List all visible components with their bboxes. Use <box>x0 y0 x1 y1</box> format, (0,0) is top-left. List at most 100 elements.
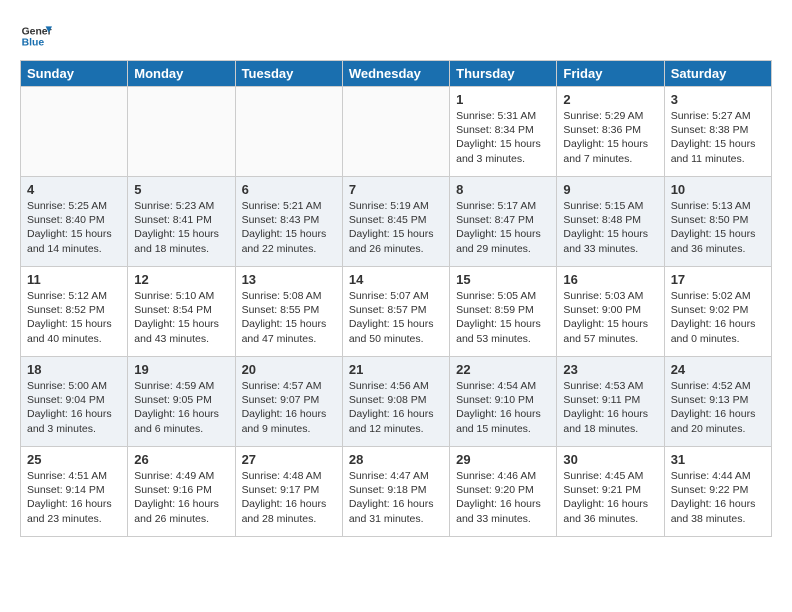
cell-content-line: Daylight: 16 hours <box>242 497 336 511</box>
cell-content-line: Sunset: 8:48 PM <box>563 213 657 227</box>
day-number: 12 <box>134 272 228 287</box>
day-number: 6 <box>242 182 336 197</box>
day-number: 30 <box>563 452 657 467</box>
cell-content-line: Sunrise: 5:13 AM <box>671 199 765 213</box>
cell-content-line: Daylight: 15 hours <box>671 137 765 151</box>
cell-content-line: Sunset: 9:11 PM <box>563 393 657 407</box>
day-number: 8 <box>456 182 550 197</box>
calendar-cell: 8Sunrise: 5:17 AMSunset: 8:47 PMDaylight… <box>450 177 557 267</box>
cell-content-line: Sunrise: 5:07 AM <box>349 289 443 303</box>
calendar-cell: 23 Sunrise: 4:53 AMSunset: 9:11 PMDayligh… <box>557 357 664 447</box>
day-number: 23 <box>563 362 657 377</box>
cell-content-line: Sunrise: 5:08 AM <box>242 289 336 303</box>
cell-content-line: Sunset: 8:59 PM <box>456 303 550 317</box>
cell-content-line: Sunrise: 4:48 AM <box>242 469 336 483</box>
week-row-4: 18Sunrise: 5:00 AMSunset: 9:04 PMDayligh… <box>21 357 772 447</box>
day-number: 10 <box>671 182 765 197</box>
cell-content-line: Sunrise: 5:29 AM <box>563 109 657 123</box>
calendar-cell: 31Sunrise: 4:44 AMSunset: 9:22 PMDayligh… <box>664 447 771 537</box>
cell-content-line: Sunset: 8:45 PM <box>349 213 443 227</box>
calendar-cell <box>21 87 128 177</box>
cell-content-line: Daylight: 16 hours <box>134 497 228 511</box>
calendar-cell: 30Sunrise: 4:45 AMSunset: 9:21 PMDayligh… <box>557 447 664 537</box>
cell-content-line: and 40 minutes. <box>27 332 121 346</box>
calendar-cell: 10 Sunrise: 5:13 AMSunset: 8:50 PMDayligh… <box>664 177 771 267</box>
cell-content-line: Sunrise: 4:45 AM <box>563 469 657 483</box>
day-number: 27 <box>242 452 336 467</box>
calendar-cell: 12Sunrise: 5:10 AMSunset: 8:54 PMDayligh… <box>128 267 235 357</box>
cell-content-line: Sunset: 9:02 PM <box>671 303 765 317</box>
day-number: 26 <box>134 452 228 467</box>
calendar-cell: 20Sunrise: 4:57 AMSunset: 9:07 PMDayligh… <box>235 357 342 447</box>
cell-content-line: Daylight: 15 hours <box>671 227 765 241</box>
cell-content-line: Sunset: 8:38 PM <box>671 123 765 137</box>
cell-content-line: Sunset: 9:10 PM <box>456 393 550 407</box>
cell-content-line: and 53 minutes. <box>456 332 550 346</box>
calendar-cell: 15Sunrise: 5:05 AMSunset: 8:59 PMDayligh… <box>450 267 557 357</box>
week-row-1: 1Sunrise: 5:31 AMSunset: 8:34 PMDaylight… <box>21 87 772 177</box>
cell-content-line: Sunset: 8:41 PM <box>134 213 228 227</box>
cell-content-line: Sunset: 8:57 PM <box>349 303 443 317</box>
cell-content-line: and 9 minutes. <box>242 422 336 436</box>
cell-content-line: Sunrise: 5:21 AM <box>242 199 336 213</box>
cell-content-line: and 43 minutes. <box>134 332 228 346</box>
cell-content-line: Sunrise: 4:59 AM <box>134 379 228 393</box>
cell-content-line: Sunrise: 4:51 AM <box>27 469 121 483</box>
cell-content-line: and 6 minutes. <box>134 422 228 436</box>
cell-content-line: Sunset: 8:55 PM <box>242 303 336 317</box>
calendar-cell: 21Sunrise: 4:56 AMSunset: 9:08 PMDayligh… <box>342 357 449 447</box>
cell-content-line: Sunrise: 4:46 AM <box>456 469 550 483</box>
cell-content-line: Sunset: 9:21 PM <box>563 483 657 497</box>
logo-icon: General Blue <box>20 20 52 52</box>
cell-content-line: Daylight: 16 hours <box>134 407 228 421</box>
cell-content-line: Sunrise: 4:53 AM <box>563 379 657 393</box>
calendar-cell <box>235 87 342 177</box>
cell-content-line: and 26 minutes. <box>134 512 228 526</box>
cell-content-line: Sunset: 8:54 PM <box>134 303 228 317</box>
cell-content-line: Sunrise: 5:17 AM <box>456 199 550 213</box>
calendar-cell: 13Sunrise: 5:08 AMSunset: 8:55 PMDayligh… <box>235 267 342 357</box>
day-header-thursday: Thursday <box>450 61 557 87</box>
day-number: 5 <box>134 182 228 197</box>
calendar-cell: 28Sunrise: 4:47 AMSunset: 9:18 PMDayligh… <box>342 447 449 537</box>
calendar-cell: 4Sunrise: 5:25 AMSunset: 8:40 PMDaylight… <box>21 177 128 267</box>
day-number: 17 <box>671 272 765 287</box>
day-header-row: SundayMondayTuesdayWednesdayThursdayFrid… <box>21 61 772 87</box>
cell-content-line: Sunset: 8:50 PM <box>671 213 765 227</box>
cell-content-line: Daylight: 16 hours <box>563 407 657 421</box>
calendar-cell: 2Sunrise: 5:29 AMSunset: 8:36 PMDaylight… <box>557 87 664 177</box>
day-number: 1 <box>456 92 550 107</box>
day-number: 20 <box>242 362 336 377</box>
week-row-5: 25 Sunrise: 4:51 AMSunset: 9:14 PM Dayligh… <box>21 447 772 537</box>
calendar-cell: 3Sunrise: 5:27 AMSunset: 8:38 PMDaylight… <box>664 87 771 177</box>
day-header-monday: Monday <box>128 61 235 87</box>
cell-content-line: Sunset: 9:20 PM <box>456 483 550 497</box>
cell-content-line: and 28 minutes. <box>242 512 336 526</box>
cell-content-line: Daylight: 16 hours <box>242 407 336 421</box>
day-number: 25 <box>27 452 121 467</box>
calendar-cell: 1Sunrise: 5:31 AMSunset: 8:34 PMDaylight… <box>450 87 557 177</box>
cell-content-line: and 36 minutes. <box>563 512 657 526</box>
cell-content-line: Sunrise: 4:49 AM <box>134 469 228 483</box>
cell-content-line: and 36 minutes. <box>671 242 765 256</box>
cell-content-line: and 0 minutes. <box>671 332 765 346</box>
cell-content-line: and 26 minutes. <box>349 242 443 256</box>
cell-content-line: Daylight: 15 hours <box>27 317 121 331</box>
cell-content-line: and 18 minutes. <box>563 422 657 436</box>
cell-content-line: Daylight: 16 hours <box>671 497 765 511</box>
calendar-cell: 27Sunrise: 4:48 AMSunset: 9:17 PMDayligh… <box>235 447 342 537</box>
calendar-cell: 7Sunrise: 5:19 AMSunset: 8:45 PMDaylight… <box>342 177 449 267</box>
cell-content-line: Daylight: 15 hours <box>349 317 443 331</box>
cell-content-line: Daylight: 15 hours <box>134 317 228 331</box>
cell-content-line: Daylight: 16 hours <box>349 407 443 421</box>
cell-content-line: Sunrise: 5:15 AM <box>563 199 657 213</box>
cell-content-line: and 20 minutes. <box>671 422 765 436</box>
day-number: 16 <box>563 272 657 287</box>
cell-content-line: Sunset: 9:14 PM <box>27 483 121 497</box>
cell-content-line: and 3 minutes. <box>456 152 550 166</box>
day-number: 7 <box>349 182 443 197</box>
cell-content-line: and 57 minutes. <box>563 332 657 346</box>
cell-content-line: Sunrise: 4:44 AM <box>671 469 765 483</box>
day-number: 18 <box>27 362 121 377</box>
day-header-sunday: Sunday <box>21 61 128 87</box>
